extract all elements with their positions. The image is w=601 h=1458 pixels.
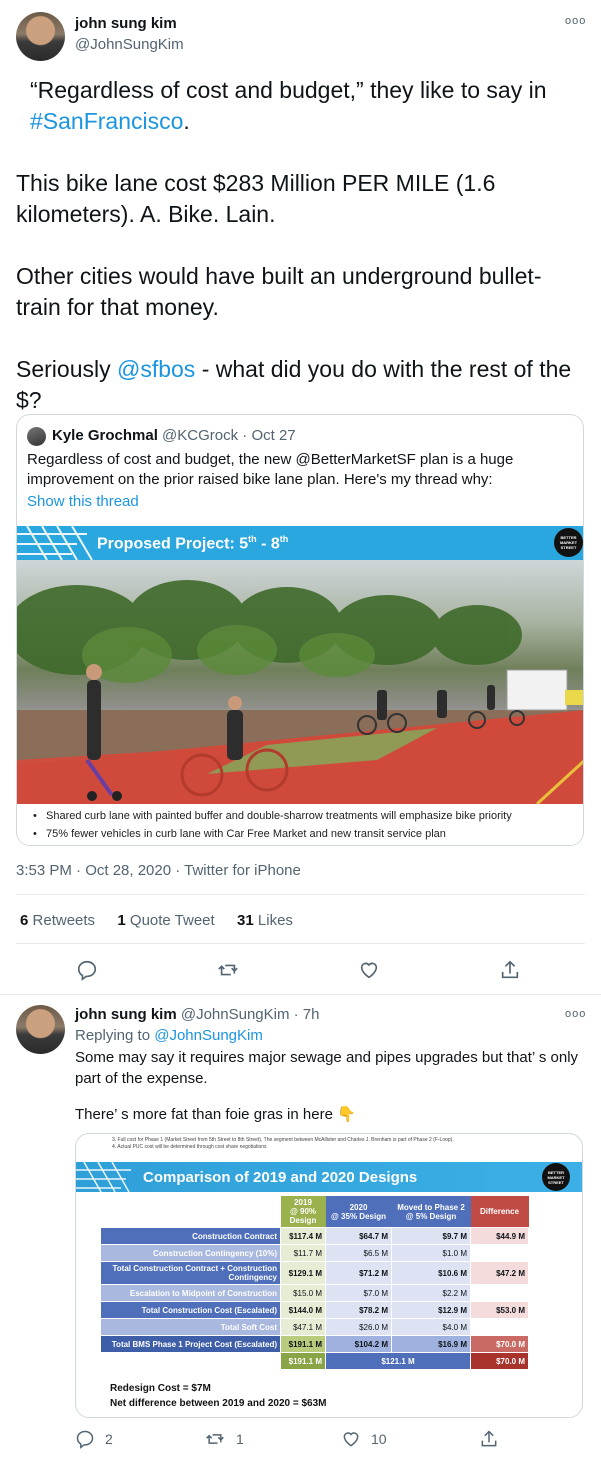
comparison-table: 2019 @ 90% Design 2020 @ 35% Design Moved … <box>100 1196 529 1370</box>
quoted-author-handle: @KCGrock <box>162 427 239 444</box>
banner-title: Proposed Project: 5th - 8th <box>97 534 289 553</box>
quoted-author-avatar <box>27 427 46 446</box>
tweet-text: “Regardless of cost and budget,” they li… <box>16 75 586 416</box>
tweet-paragraph-2: This bike lane cost $283 Million PER MIL… <box>16 170 496 227</box>
share-icon[interactable] <box>479 1429 499 1449</box>
tweet-stats: 6 Retweets 1 Quote Tweet 31 Likes <box>20 912 293 929</box>
table-row: Construction Contract $117.4 M $64.7 M $… <box>100 1227 529 1245</box>
like-button[interactable]: 10 <box>341 1429 387 1449</box>
mention-link[interactable]: @sfbos <box>117 356 195 382</box>
retweet-icon[interactable] <box>204 1429 226 1449</box>
table-row: Total BMS Phase 1 Project Cost (Escalate… <box>100 1335 529 1353</box>
quoted-tweet[interactable]: Kyle Grochmal @KCGrock · Oct 27 Regardle… <box>16 414 584 846</box>
street-scene-illustration <box>17 580 583 804</box>
bullet-1: • Shared curb lane with painted buffer a… <box>33 810 512 822</box>
reply-count: 2 <box>105 1431 113 1447</box>
col-header-moved: Moved to Phase 2 @ 5% Design <box>391 1196 471 1228</box>
quoted-author-name: Kyle Grochmal <box>52 427 158 444</box>
quoted-text: Regardless of cost and budget, the new @… <box>27 451 514 488</box>
author-name[interactable]: john sung kim <box>75 15 177 32</box>
reply-author-avatar[interactable] <box>16 1005 65 1054</box>
table-row: Total Soft Cost $47.1 M $26.0 M $4.0 M <box>100 1318 529 1336</box>
comparison-banner: Comparison of 2019 and 2020 Designs BETT… <box>76 1162 582 1192</box>
like-count: 10 <box>371 1431 387 1447</box>
reply-icon[interactable] <box>76 959 98 981</box>
image-banner: Proposed Project: 5th - 8th BETTER MARKE… <box>17 526 583 560</box>
reply-header: john sung kim @JohnSungKim · 7h <box>75 1006 320 1023</box>
quoted-image[interactable]: Proposed Project: 5th - 8th BETTER MARKE… <box>17 526 583 845</box>
tweet-timestamp[interactable]: 3:53 PM · Oct 28, 2020 · Twitter for iPh… <box>16 862 301 879</box>
divider <box>0 994 601 995</box>
table-row: Total Construction Cost (Escalated) $144… <box>100 1301 529 1319</box>
retweet-button[interactable]: 1 <box>204 1429 244 1449</box>
reply-icon[interactable] <box>75 1429 95 1449</box>
better-market-street-logo: BETTER MARKET STREET <box>542 1163 570 1191</box>
replying-to-handle[interactable]: @JohnSungKim <box>154 1027 263 1044</box>
share-button[interactable] <box>479 1429 499 1452</box>
share-icon[interactable] <box>499 959 521 981</box>
net-difference: Net difference between 2019 and 2020 = $… <box>110 1398 327 1409</box>
author-avatar[interactable] <box>16 12 65 61</box>
divider <box>16 943 585 944</box>
hashtag-link[interactable]: #SanFrancisco <box>30 108 183 134</box>
reply-time[interactable]: · 7h <box>294 1006 320 1023</box>
col-header-2020: 2020 @ 35% Design <box>325 1196 392 1228</box>
tweet-paragraph-3: Other cities would have built an undergr… <box>16 263 542 320</box>
quoted-date: · Oct 27 <box>242 427 296 444</box>
redesign-cost: Redesign Cost = $7M <box>110 1383 211 1394</box>
bullet-2: • 75% fewer vehicles in curb lane with C… <box>33 828 446 840</box>
better-market-street-logo: BETTER MARKET STREET <box>554 528 583 557</box>
like-icon[interactable] <box>341 1429 361 1449</box>
quotes-stat[interactable]: 1 Quote Tweet <box>117 912 214 929</box>
tweet-paragraph-4: Seriously @sfbos - what did you do with … <box>16 356 572 413</box>
show-thread-link[interactable]: Show this thread <box>27 493 139 510</box>
quoted-header: Kyle Grochmal @KCGrock · Oct 27 <box>52 427 296 444</box>
table-row: Total Construction Contract + Constructi… <box>100 1261 529 1285</box>
retweet-icon[interactable] <box>217 959 239 981</box>
reply-image[interactable]: 3. Full cost for Phase 1 (Market Street … <box>75 1133 583 1418</box>
reply-text-1: Some may say it requires major sewage an… <box>75 1049 579 1087</box>
grid-graphic-icon <box>76 1162 131 1192</box>
table-row: Escalation to Midpoint of Construction $… <box>100 1284 529 1302</box>
more-options-icon[interactable]: ooo <box>565 15 586 27</box>
author-handle[interactable]: @JohnSungKim <box>75 36 184 53</box>
reply-more-options-icon[interactable]: ooo <box>565 1008 586 1020</box>
reply-action-bar: 2 1 10 <box>75 1429 585 1451</box>
comparison-title: Comparison of 2019 and 2020 Designs <box>143 1169 418 1186</box>
col-header-2019: 2019 @ 90% Design <box>280 1196 326 1228</box>
reply-author-name[interactable]: john sung kim <box>75 1006 177 1023</box>
col-header-difference: Difference <box>470 1196 529 1228</box>
retweets-stat[interactable]: 6 Retweets <box>20 912 95 929</box>
divider <box>16 894 585 895</box>
replying-to: Replying to @JohnSungKim <box>75 1027 263 1044</box>
table-summary-row: $191.1 M $121.1 M $70.0 M <box>101 1352 529 1370</box>
reply-text-2: There’ s more fat than foie gras in here… <box>75 1106 356 1123</box>
table-header-row: 2019 @ 90% Design 2020 @ 35% Design Moved … <box>101 1196 529 1228</box>
grid-graphic-icon <box>17 526 93 560</box>
retweet-count: 1 <box>236 1431 244 1447</box>
reply-button[interactable]: 2 <box>75 1429 113 1449</box>
like-icon[interactable] <box>358 959 380 981</box>
image-notes: 3. Full cost for Phase 1 (Market Street … <box>112 1137 454 1150</box>
reply-author-handle[interactable]: @JohnSungKim <box>181 1006 290 1023</box>
tweet-paragraph-1: “Regardless of cost and budget,” they li… <box>30 77 547 134</box>
table-row: Construction Contingency (10%) $11.7 M $… <box>100 1244 529 1262</box>
image-bullets: • Shared curb lane with painted buffer a… <box>17 804 583 845</box>
likes-stat[interactable]: 31 Likes <box>237 912 293 929</box>
street-rendering-image <box>17 560 583 804</box>
